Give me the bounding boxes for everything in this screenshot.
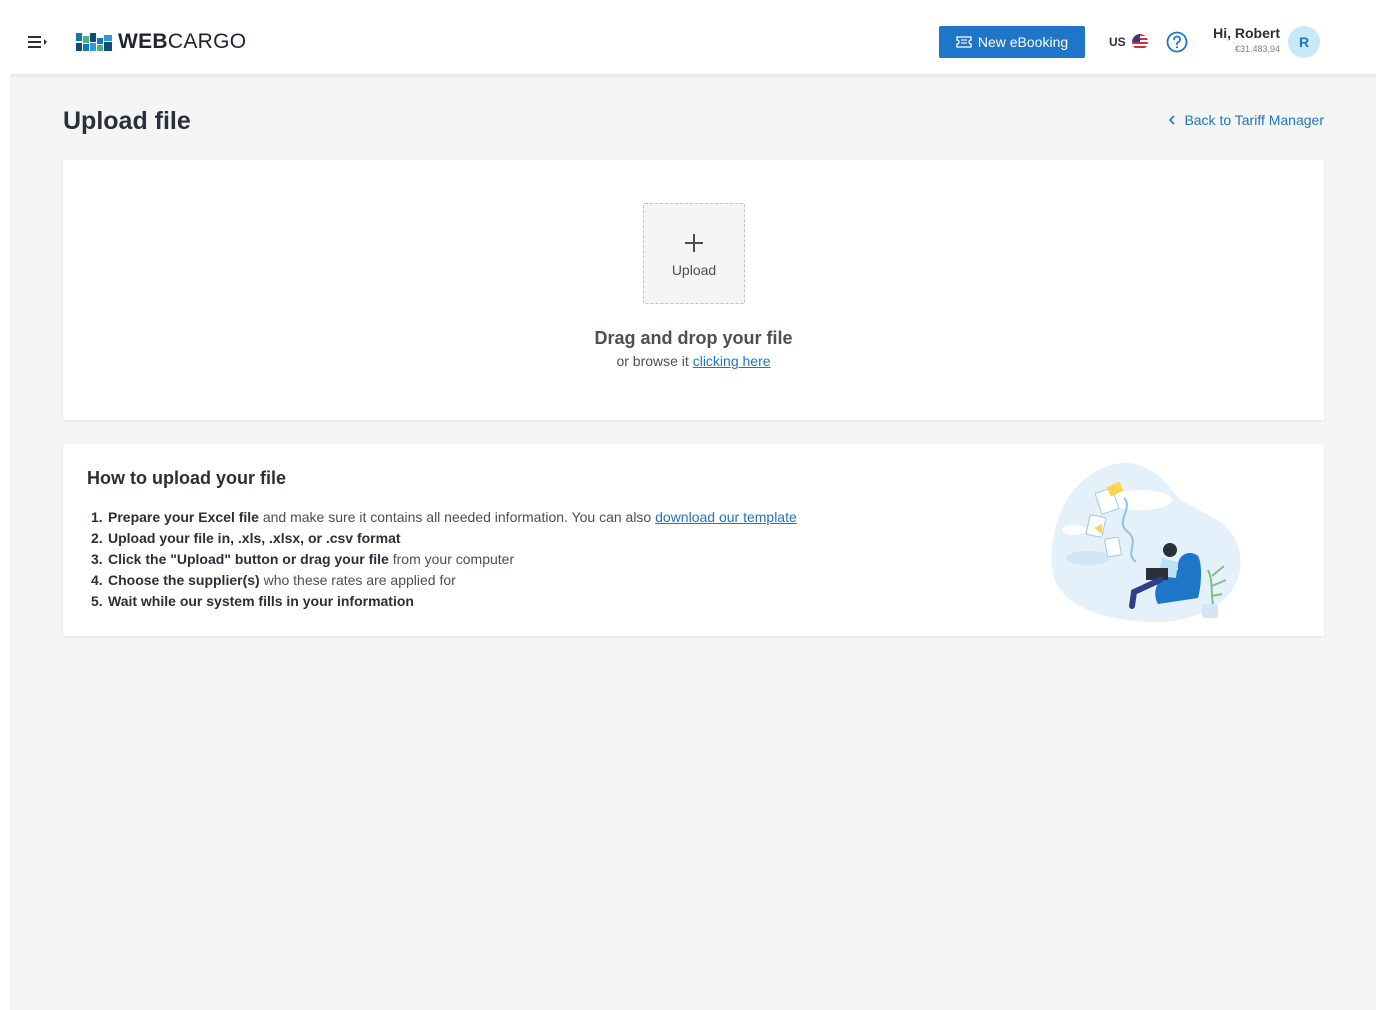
drop-zone-title: Drag and drop your file	[594, 328, 793, 348]
locale-code: US	[1109, 35, 1126, 49]
drop-zone-subtitle: or browse it clicking here	[63, 353, 1324, 369]
howto-steps: 1. Prepare your Excel file and make sure …	[91, 507, 797, 612]
webcargo-logo[interactable]: WEBCARGO	[76, 30, 246, 54]
user-balance: €31.483,94	[1234, 44, 1280, 54]
top-header: WEBCARGO New eBooking US Hi, Robert €31.…	[10, 10, 1376, 74]
howto-title: How to upload your file	[87, 468, 286, 488]
menu-toggle-icon[interactable]	[26, 32, 50, 52]
help-circle-icon[interactable]	[1166, 31, 1188, 53]
user-info[interactable]: Hi, Robert €31.483,94	[1200, 24, 1280, 56]
new-ebooking-button[interactable]: New eBooking	[939, 26, 1085, 58]
app-frame: WEBCARGO New eBooking US Hi, Robert €31.…	[10, 10, 1376, 1010]
list-item: 3. Click the "Upload" button or drag your…	[91, 551, 515, 567]
logo-text: WEBCARGO	[118, 30, 247, 53]
list-item: 5. Wait while our system fills in your in…	[91, 593, 414, 609]
howto-card: How to upload your file 1. Prepare your E…	[63, 444, 1324, 636]
user-greeting: Hi, Robert	[1213, 25, 1280, 41]
back-to-tariff-manager-link[interactable]: Back to Tariff Manager	[1168, 112, 1324, 128]
new-ebooking-label: New eBooking	[977, 34, 1069, 50]
logo-mark-icon	[76, 33, 112, 51]
list-item: 1. Prepare your Excel file and make sure …	[91, 509, 797, 525]
us-flag-icon	[1131, 34, 1148, 50]
page-title: Upload file	[63, 107, 191, 135]
list-item: 4. Choose the supplier(s) who these rates…	[91, 572, 456, 588]
upload-label: Upload	[671, 262, 717, 278]
drop-sub-prefix: or browse it	[616, 353, 693, 369]
download-template-link[interactable]: download our template	[655, 509, 797, 525]
upload-card: Upload Drag and drop your file or browse…	[63, 160, 1324, 420]
browse-file-link[interactable]: clicking here	[693, 353, 771, 369]
upload-illustration-icon	[1051, 462, 1241, 623]
ticket-icon	[956, 36, 972, 48]
list-item: 2. Upload your file in, .xls, .xlsx, or .…	[91, 530, 401, 546]
plus-icon	[685, 234, 703, 252]
avatar[interactable]: R	[1288, 26, 1320, 58]
locale-selector[interactable]: US	[1109, 33, 1148, 51]
chevron-left-icon	[1169, 115, 1176, 125]
back-link-label: Back to Tariff Manager	[1184, 112, 1324, 128]
upload-button[interactable]: Upload	[643, 203, 745, 304]
